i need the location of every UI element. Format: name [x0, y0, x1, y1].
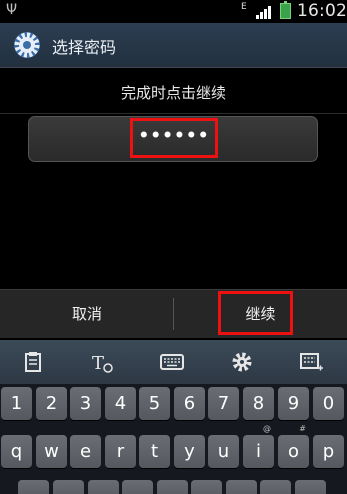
- signal-icon: [256, 5, 276, 19]
- button-bar: 取消 继续: [0, 289, 347, 338]
- status-time: 16:02: [297, 1, 347, 21]
- key-label: y: [184, 441, 195, 462]
- key-4[interactable]: 4: [105, 387, 136, 420]
- password-highlight-box: [130, 118, 218, 158]
- divider: [0, 113, 347, 114]
- key-label: o: [287, 441, 299, 462]
- key-label: i: [255, 441, 261, 462]
- key-r[interactable]: r: [105, 435, 136, 468]
- key-alt-label: @: [263, 424, 271, 433]
- key-a[interactable]: [18, 480, 49, 494]
- key-9[interactable]: 9: [278, 387, 309, 420]
- status-bar: Ψ E 16:02: [0, 0, 347, 23]
- key-j[interactable]: [226, 480, 257, 494]
- key-label: r: [116, 441, 125, 462]
- key-3[interactable]: 3: [70, 387, 101, 420]
- instruction-text: 完成时点击继续: [120, 84, 226, 102]
- key-label: e: [79, 441, 92, 462]
- continue-highlight-box: [218, 291, 293, 335]
- key-0[interactable]: 0: [313, 387, 344, 420]
- key-label: p: [322, 441, 335, 462]
- handwriting-icon[interactable]: T: [90, 349, 116, 375]
- key-u[interactable]: u: [208, 435, 239, 468]
- key-k[interactable]: [260, 480, 291, 494]
- key-f[interactable]: [122, 480, 153, 494]
- key-1[interactable]: 1: [1, 387, 32, 420]
- key-o[interactable]: o #: [278, 424, 309, 468]
- key-l[interactable]: [295, 480, 326, 494]
- gear-icon: [14, 32, 40, 58]
- key-alt-label: #: [299, 424, 306, 433]
- cancel-button[interactable]: 取消: [0, 290, 174, 338]
- key-p[interactable]: p: [313, 435, 344, 468]
- key-t[interactable]: t: [139, 435, 170, 468]
- network-type-label: E: [241, 2, 247, 12]
- usb-icon: Ψ: [6, 2, 18, 18]
- key-w[interactable]: w: [36, 435, 67, 468]
- key-label: t: [150, 441, 159, 462]
- key-h[interactable]: [191, 480, 222, 494]
- key-q[interactable]: q: [1, 435, 32, 468]
- key-label: u: [217, 441, 230, 462]
- key-7[interactable]: 7: [208, 387, 239, 420]
- battery-charging-icon: [280, 1, 291, 19]
- key-g[interactable]: [157, 480, 188, 494]
- key-d[interactable]: [88, 480, 119, 494]
- key-2[interactable]: 2: [36, 387, 67, 420]
- emoticon-icon[interactable]: [298, 349, 324, 375]
- clipboard-icon[interactable]: [20, 349, 46, 375]
- keyboard: T 1 2 3 4 5 6 7 8 9 0 q w e r t y u i @ …: [0, 340, 347, 494]
- key-6[interactable]: 6: [174, 387, 205, 420]
- keyboard-icon[interactable]: [159, 349, 185, 375]
- settings-icon[interactable]: [229, 349, 255, 375]
- title-bar: 选择密码: [0, 23, 347, 68]
- page-title: 选择密码: [52, 38, 117, 57]
- svg-text:T: T: [92, 353, 104, 374]
- key-label: q: [10, 441, 23, 462]
- key-e[interactable]: e: [70, 435, 101, 468]
- keyboard-toolbar: T: [0, 340, 347, 384]
- screen: Ψ E 16:02 选择密码 完成时点击继续 •••••• 取消 继续 T 1 …: [0, 0, 347, 494]
- key-y[interactable]: y: [174, 435, 205, 468]
- key-i[interactable]: i @: [243, 424, 274, 468]
- key-8[interactable]: 8: [243, 387, 274, 420]
- key-s[interactable]: [53, 480, 84, 494]
- key-5[interactable]: 5: [139, 387, 170, 420]
- key-label: w: [44, 441, 59, 462]
